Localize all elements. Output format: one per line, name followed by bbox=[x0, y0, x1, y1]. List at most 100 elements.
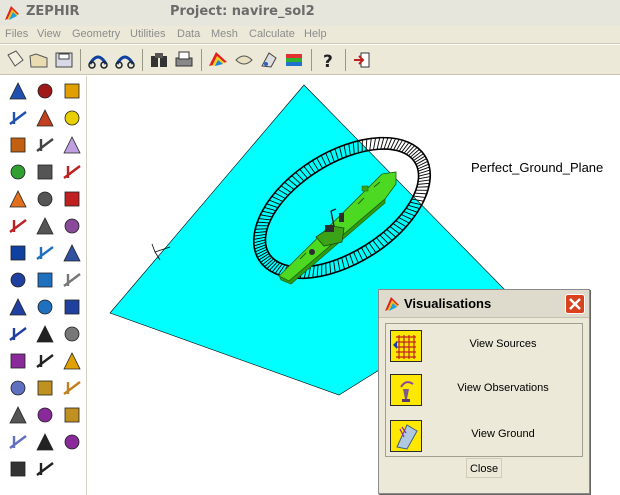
eraser-icon[interactable] bbox=[6, 430, 30, 454]
radio-waves-glyph bbox=[63, 244, 81, 262]
toolbar-separator bbox=[142, 49, 143, 71]
zoom-box-glyph bbox=[10, 137, 26, 153]
open-folder-icon[interactable] bbox=[27, 48, 51, 72]
new-file-icon[interactable] bbox=[3, 48, 27, 72]
menu-files[interactable]: Files bbox=[5, 28, 28, 40]
magic-wand-icon[interactable] bbox=[33, 133, 57, 157]
spiral-glyph bbox=[9, 298, 27, 316]
view-observations-button[interactable]: View Observations bbox=[386, 368, 582, 412]
gears-icon[interactable] bbox=[60, 376, 84, 400]
d-marker-icon[interactable] bbox=[33, 160, 57, 184]
book-icon[interactable] bbox=[60, 403, 84, 427]
purple-mesh-glyph bbox=[64, 434, 80, 450]
d-box-glyph bbox=[36, 217, 54, 235]
shape-glyph bbox=[9, 406, 27, 424]
arrow-up-icon[interactable] bbox=[33, 241, 57, 265]
help-icon[interactable]: ? bbox=[316, 48, 340, 72]
arrow-up-2-icon[interactable] bbox=[33, 268, 57, 292]
arc-icon[interactable] bbox=[6, 268, 30, 292]
prism-glyph bbox=[64, 110, 80, 126]
redo-icon[interactable] bbox=[113, 48, 137, 72]
menu-calculate[interactable]: Calculate bbox=[249, 28, 295, 40]
view-sources-button[interactable]: View Sources bbox=[386, 324, 582, 368]
menu-help[interactable]: Help bbox=[304, 28, 327, 40]
exit-icon[interactable] bbox=[350, 48, 374, 72]
zoom-in-glyph bbox=[9, 82, 27, 100]
shape-icon[interactable] bbox=[6, 403, 30, 427]
dialog-close-button[interactable] bbox=[565, 294, 585, 314]
cross-grid-4-icon[interactable] bbox=[33, 457, 57, 481]
rainbow-icon[interactable] bbox=[206, 48, 230, 72]
ground-icon bbox=[390, 420, 422, 452]
color-mesh-icon[interactable] bbox=[60, 79, 84, 103]
paint-icon[interactable] bbox=[257, 48, 281, 72]
cross-grid-3-icon[interactable] bbox=[33, 430, 57, 454]
node-polygon-glyph bbox=[9, 327, 27, 341]
color-sphere-icon[interactable] bbox=[6, 187, 30, 211]
node-polygon-icon[interactable] bbox=[6, 322, 30, 346]
surface-icon[interactable] bbox=[33, 376, 57, 400]
menu-mesh[interactable]: Mesh bbox=[211, 28, 238, 40]
antenna-grid-icon[interactable] bbox=[60, 187, 84, 211]
observer-icon[interactable] bbox=[60, 214, 84, 238]
toolbar-separator bbox=[201, 49, 202, 71]
view-ground-button[interactable]: View Ground bbox=[386, 414, 582, 458]
line-icon[interactable] bbox=[6, 241, 30, 265]
recycle-icon[interactable] bbox=[6, 160, 30, 184]
ring-hatch-line bbox=[390, 138, 396, 150]
purple-surface-icon[interactable] bbox=[6, 349, 30, 373]
menu-utilities[interactable]: Utilities bbox=[130, 28, 165, 40]
cross-grid-icon[interactable] bbox=[33, 322, 57, 346]
radio-waves-icon[interactable] bbox=[60, 241, 84, 265]
close-icon bbox=[569, 298, 581, 310]
print-icon[interactable] bbox=[172, 48, 196, 72]
layers-icon[interactable] bbox=[282, 48, 306, 72]
close-button[interactable]: Close bbox=[466, 458, 502, 478]
book-glyph bbox=[64, 407, 80, 423]
red-sphere-icon[interactable] bbox=[33, 79, 57, 103]
curve-icon[interactable] bbox=[60, 295, 84, 319]
dialog-title-bar[interactable]: Visualisations bbox=[379, 290, 589, 318]
menu-view[interactable]: View bbox=[37, 28, 61, 40]
ground-reflect-glyph bbox=[63, 136, 81, 154]
arrow-up-2-glyph bbox=[37, 272, 53, 288]
edit-note-glyph bbox=[36, 109, 54, 127]
purple-frame-glyph bbox=[37, 407, 53, 423]
cube-icon[interactable] bbox=[6, 376, 30, 400]
menu-data[interactable]: Data bbox=[177, 28, 200, 40]
purple-frame-icon[interactable] bbox=[33, 403, 57, 427]
nodes-elems-icon[interactable] bbox=[6, 457, 30, 481]
observer-glyph bbox=[64, 218, 80, 234]
e-marker-icon[interactable] bbox=[33, 187, 57, 211]
ring-hatch-line bbox=[415, 158, 427, 165]
mesh-grid-icon[interactable] bbox=[60, 160, 84, 184]
spiral-icon[interactable] bbox=[6, 295, 30, 319]
purple-surface-glyph bbox=[10, 353, 26, 369]
menu-geometry[interactable]: Geometry bbox=[72, 28, 120, 40]
zoom-in-icon[interactable] bbox=[6, 79, 30, 103]
d-marker-glyph bbox=[37, 164, 53, 180]
wrench-icon[interactable] bbox=[60, 268, 84, 292]
red-arrow-icon[interactable] bbox=[6, 214, 30, 238]
antenna-grid-glyph bbox=[64, 191, 80, 207]
zoom-out-icon[interactable] bbox=[6, 106, 30, 130]
prism-icon[interactable] bbox=[60, 106, 84, 130]
cross-grid-2-icon[interactable] bbox=[33, 349, 57, 373]
zoom-mesh-icon[interactable] bbox=[60, 322, 84, 346]
star-icon[interactable] bbox=[60, 349, 84, 373]
fly-icon[interactable] bbox=[232, 48, 256, 72]
d-box-icon[interactable] bbox=[33, 214, 57, 238]
zoom-box-icon[interactable] bbox=[6, 133, 30, 157]
undo-icon[interactable] bbox=[86, 48, 110, 72]
purple-mesh-icon[interactable] bbox=[60, 430, 84, 454]
arrow-down-icon[interactable] bbox=[33, 295, 57, 319]
zephir-logo-icon bbox=[385, 297, 399, 311]
binoculars-icon[interactable] bbox=[147, 48, 171, 72]
observations-icon bbox=[390, 374, 422, 406]
ring-hatch-line bbox=[393, 139, 400, 151]
dialog-body: View Sources View Observations View Grou… bbox=[385, 323, 583, 457]
save-icon[interactable] bbox=[52, 48, 76, 72]
zephir-logo-icon bbox=[5, 6, 19, 20]
ground-reflect-icon[interactable] bbox=[60, 133, 84, 157]
edit-note-icon[interactable] bbox=[33, 106, 57, 130]
